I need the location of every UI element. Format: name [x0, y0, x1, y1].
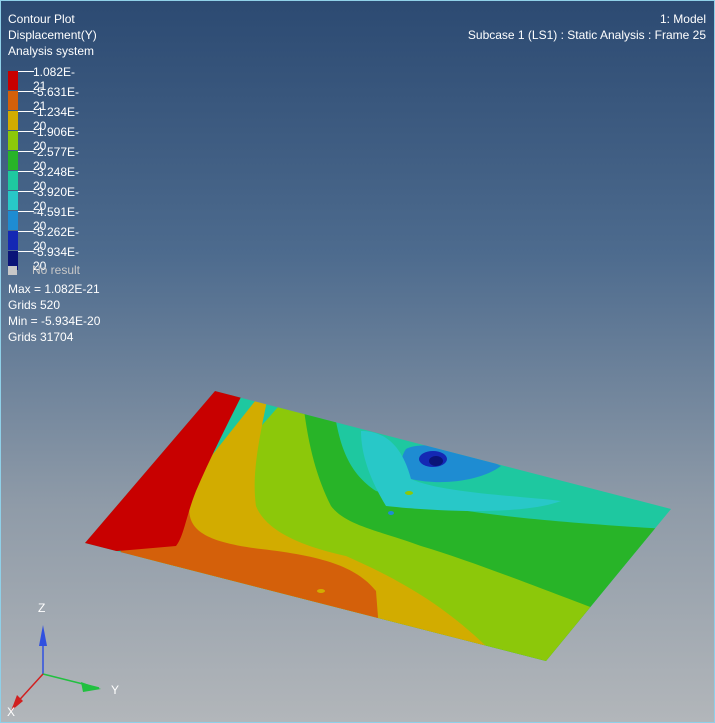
band-5934: [429, 456, 443, 466]
speck: [388, 511, 394, 515]
x-axis-label: X: [7, 705, 16, 719]
speck: [405, 491, 413, 495]
coordinate-triad: [11, 625, 101, 711]
z-axis-label: Z: [38, 601, 46, 615]
graphics-viewport[interactable]: Contour Plot Displacement(Y) Analysis sy…: [0, 0, 715, 723]
y-axis-label: Y: [111, 683, 120, 697]
speck: [317, 589, 325, 593]
z-axis-arrow: [39, 625, 47, 646]
contour-plate[interactable]: [1, 301, 714, 721]
contour-model-view[interactable]: [1, 1, 714, 722]
